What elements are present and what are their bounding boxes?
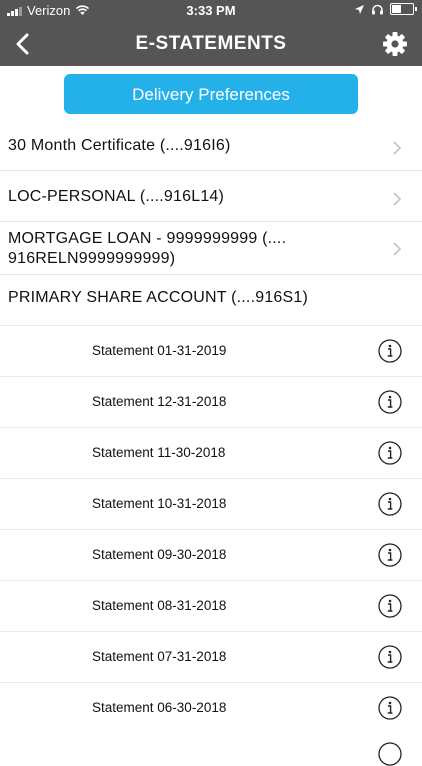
statement-row[interactable]: Statement 09-30-2018 (0, 529, 422, 580)
statement-label: Statement 10-31-2018 (92, 496, 227, 511)
account-label: PRIMARY SHARE ACCOUNT (....916S1) (8, 289, 309, 306)
location-arrow-icon (355, 4, 364, 14)
info-icon[interactable] (378, 441, 402, 465)
account-label: MORTGAGE LOAN - 9999999999 (.... (8, 230, 287, 247)
statement-row[interactable]: Statement 11-30-2018 (0, 427, 422, 478)
statement-row[interactable]: Statement 10-31-2018 (0, 478, 422, 529)
account-label-continued: 916RELN9999999999) (8, 250, 176, 267)
info-icon[interactable] (378, 390, 402, 414)
info-icon[interactable] (378, 742, 402, 766)
delivery-preferences-button[interactable]: Delivery Preferences (64, 74, 358, 114)
account-row-certificate[interactable]: 30 Month Certificate (....916I6) (0, 125, 422, 171)
status-bar: Verizon 3:33 PM (0, 0, 422, 22)
account-row-mortgage-loan[interactable]: MORTGAGE LOAN - 9999999999 (.... 916RELN… (0, 224, 422, 275)
chevron-right-icon (393, 242, 402, 256)
headphones-icon (372, 4, 383, 14)
account-label: 30 Month Certificate (....916I6) (8, 137, 231, 154)
info-icon[interactable] (378, 594, 402, 618)
statement-label: Statement 01-31-2019 (92, 343, 227, 358)
statement-row[interactable]: Statement 06-30-2018 (0, 682, 422, 733)
statement-label: Statement 09-30-2018 (92, 547, 227, 562)
statement-row[interactable]: Statement 01-31-2019 (0, 325, 422, 376)
statement-label: Statement 07-31-2018 (92, 649, 227, 664)
statement-label: Statement 12-31-2018 (92, 394, 227, 409)
chevron-right-icon (393, 192, 402, 206)
info-icon[interactable] (378, 645, 402, 669)
chevron-right-icon (393, 141, 402, 155)
statement-row[interactable]: Statement 12-31-2018 (0, 376, 422, 427)
status-right (354, 3, 417, 15)
statement-label: Statement 06-30-2018 (92, 700, 227, 715)
statement-label: Statement 08-31-2018 (92, 598, 227, 613)
info-icon[interactable] (378, 696, 402, 720)
nav-bar: E-STATEMENTS (0, 22, 422, 66)
battery-icon (390, 3, 417, 15)
statement-row[interactable]: Statement 07-31-2018 (0, 631, 422, 682)
page-title: E-STATEMENTS (135, 33, 287, 54)
statement-row[interactable]: Statement 08-31-2018 (0, 580, 422, 631)
account-label: LOC-PERSONAL (....916L14) (8, 188, 225, 205)
info-icon[interactable] (378, 543, 402, 567)
account-row-primary-share[interactable]: PRIMARY SHARE ACCOUNT (....916S1) (0, 276, 422, 324)
account-row-loc-personal[interactable]: LOC-PERSONAL (....916L14) (0, 176, 422, 222)
info-icon[interactable] (378, 339, 402, 363)
info-icon[interactable] (378, 492, 402, 516)
gear-icon[interactable] (382, 31, 408, 57)
statement-label: Statement 11-30-2018 (92, 445, 226, 460)
